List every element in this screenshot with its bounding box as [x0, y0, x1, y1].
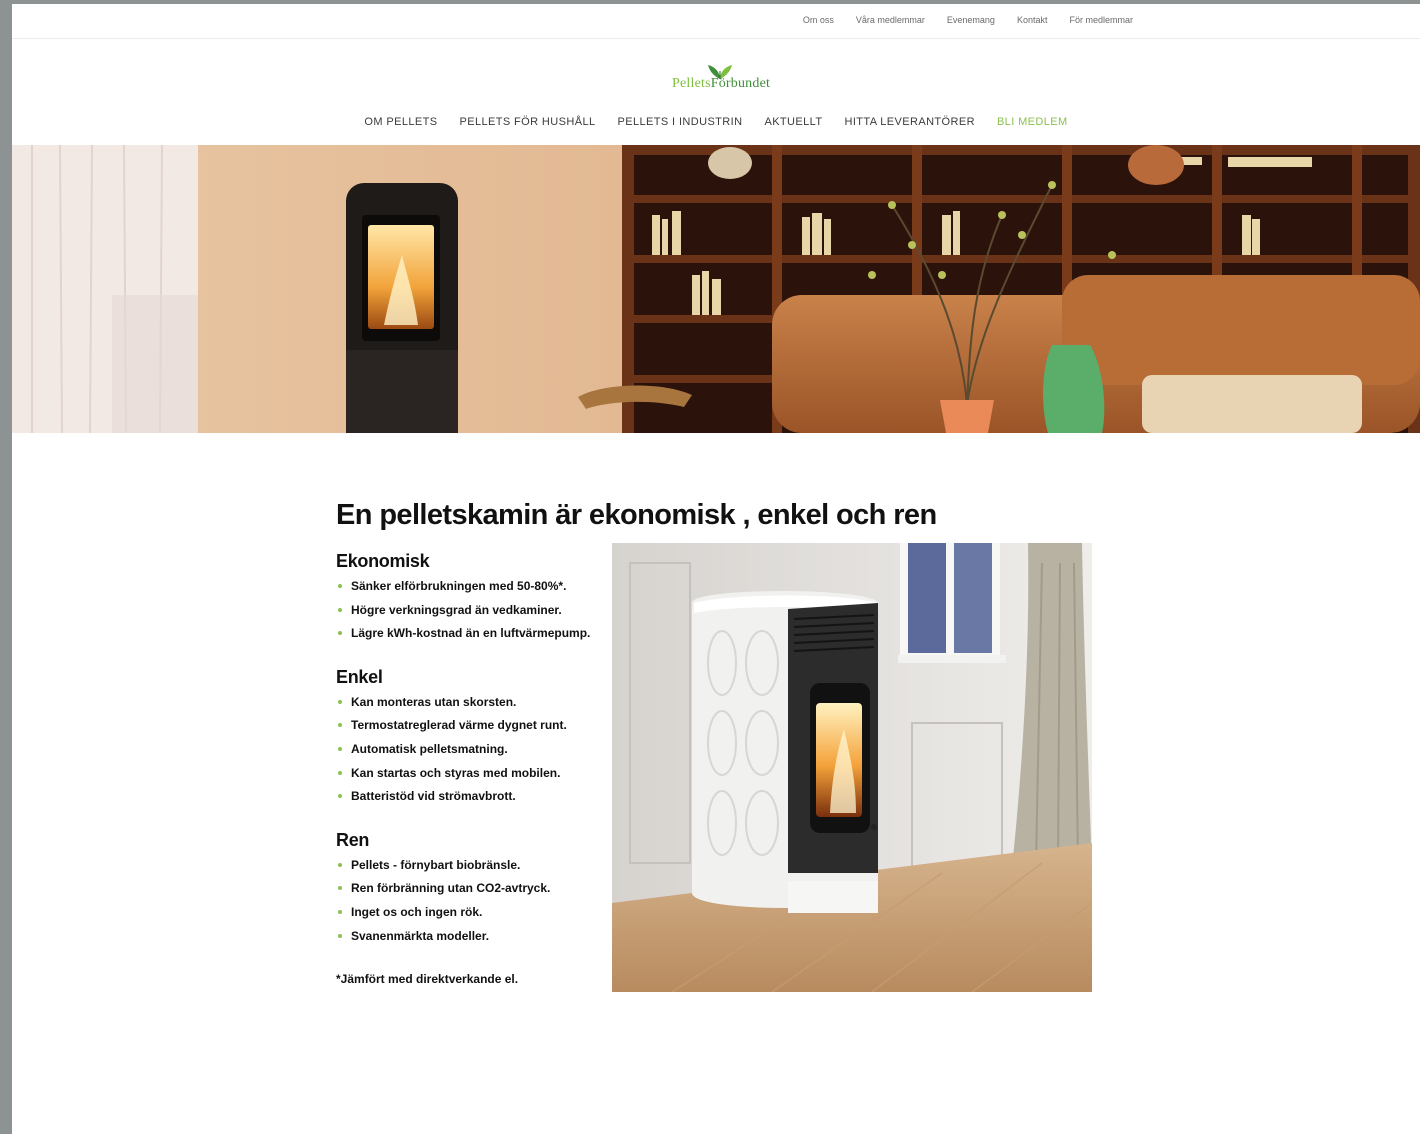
list-item-text: Sänker elförbrukningen med 50-80%*.: [351, 579, 567, 593]
section-ekonomisk: Ekonomisk Sänker elförbrukningen med 50-…: [336, 551, 606, 649]
list-item-text: Svanenmärkta modeller.: [351, 928, 490, 943]
section-heading: Ekonomisk: [336, 551, 430, 571]
list-item: Sänker elförbrukningen med 50-80%*.: [336, 578, 606, 602]
list-item: Kan startas och styras med mobilen.: [336, 765, 606, 789]
benefits-list: Ekonomisk Sänker elförbrukningen med 50-…: [336, 551, 606, 986]
list-item: Kan monteras utan skorsten.: [336, 694, 606, 718]
section-heading: Ren: [336, 829, 370, 850]
list-item-text: Pellets - förnybart biobränsle.: [351, 857, 521, 872]
footnote: *Jämfört med direktverkande el.: [336, 972, 519, 987]
list-item-text: Lägre kWh-kostnad än en luftvärmepump.: [351, 626, 591, 641]
page-title: En pelletskamin är ekonomisk , enkel och…: [336, 499, 937, 531]
bullet-icon: [338, 631, 342, 636]
section-ren: Ren Pellets - förnybart biobränsle. Ren …: [336, 830, 606, 951]
bullet-icon: [338, 794, 342, 799]
section-heading: Enkel: [336, 666, 383, 687]
bullet-icon: [338, 933, 342, 938]
list-item-text: Termostatreglerad värme dygnet runt.: [351, 718, 567, 733]
list-item: Högre verkningsgrad än vedkaminer.: [336, 602, 606, 626]
nav-om-pellets[interactable]: OM PELLETS: [364, 116, 437, 128]
utility-bar: Om oss Våra medlemmar Evenemang Kontakt …: [12, 4, 1420, 39]
list-item: Ren förbränning utan CO2-avtryck.: [336, 880, 606, 904]
list-item-text: Automatisk pelletsmatning.: [351, 741, 508, 756]
list-item: Inget os och ingen rök.: [336, 904, 606, 928]
bullet-icon: [338, 886, 342, 891]
list-item: Lägre kWh-kostnad än en luftvärmepump.: [336, 625, 606, 649]
logo-word-forbundet: Förbundet: [710, 76, 771, 91]
utility-link-kontakt[interactable]: Kontakt: [1017, 15, 1048, 25]
utility-link-om-oss[interactable]: Om oss: [803, 15, 834, 25]
bullet-icon: [338, 770, 342, 775]
list-item-text: Ren förbränning utan CO2-avtryck.: [351, 881, 551, 896]
hero-image: [12, 145, 1420, 433]
list-item: Termostatreglerad värme dygnet runt.: [336, 717, 606, 741]
utility-link-for-medlemmar[interactable]: För medlemmar: [1069, 15, 1133, 25]
nav-aktuellt[interactable]: AKTUELLT: [764, 116, 822, 128]
site-logo[interactable]: PelletsFörbundet: [672, 62, 774, 96]
utility-links: Om oss Våra medlemmar Evenemang Kontakt …: [803, 15, 1133, 25]
section-enkel: Enkel Kan monteras utan skorsten. Termos…: [336, 667, 606, 812]
stove-image: [612, 543, 1092, 992]
logo-word-pellets: Pellets: [672, 76, 711, 91]
stove-illustration: [612, 543, 1092, 992]
list-item: Pellets - förnybart biobränsle.: [336, 857, 606, 881]
bullet-icon: [338, 862, 342, 867]
list-item-text: Kan monteras utan skorsten.: [351, 694, 517, 709]
bullet-icon: [338, 723, 342, 728]
list-item-text: Batteristöd vid strömavbrott.: [351, 789, 516, 804]
list-item: Batteristöd vid strömavbrott.: [336, 788, 606, 812]
main-content: En pelletskamin är ekonomisk , enkel och…: [336, 499, 1096, 992]
list-item: Automatisk pelletsmatning.: [336, 741, 606, 765]
nav-pellets-i-industrin[interactable]: PELLETS I INDUSTRIN: [617, 116, 742, 128]
bullet-icon: [338, 584, 342, 588]
page: Om oss Våra medlemmar Evenemang Kontakt …: [12, 4, 1420, 1134]
nav-bli-medlem[interactable]: BLI MEDLEM: [997, 116, 1068, 128]
list-item: Svanenmärkta modeller.: [336, 928, 606, 952]
bullet-icon: [338, 607, 342, 612]
logo-text: PelletsFörbundet: [672, 76, 770, 92]
utility-link-evenemang[interactable]: Evenemang: [947, 15, 995, 25]
main-nav: OM PELLETS PELLETS FÖR HUSHÅLL PELLETS I…: [12, 116, 1420, 128]
nav-hitta-leverantorer[interactable]: HITTA LEVERANTÖRER: [844, 116, 974, 128]
bullet-icon: [338, 909, 342, 914]
list-item-text: Högre verkningsgrad än vedkaminer.: [351, 602, 562, 617]
bullet-icon: [338, 699, 342, 704]
bullet-icon: [338, 746, 342, 751]
hero-illustration: [12, 145, 1420, 433]
list-item-text: Inget os och ingen rök.: [351, 904, 483, 919]
utility-link-vara-medlemmar[interactable]: Våra medlemmar: [856, 15, 925, 25]
list-item-text: Kan startas och styras med mobilen.: [351, 765, 561, 780]
nav-pellets-for-hushall[interactable]: PELLETS FÖR HUSHÅLL: [460, 116, 596, 128]
